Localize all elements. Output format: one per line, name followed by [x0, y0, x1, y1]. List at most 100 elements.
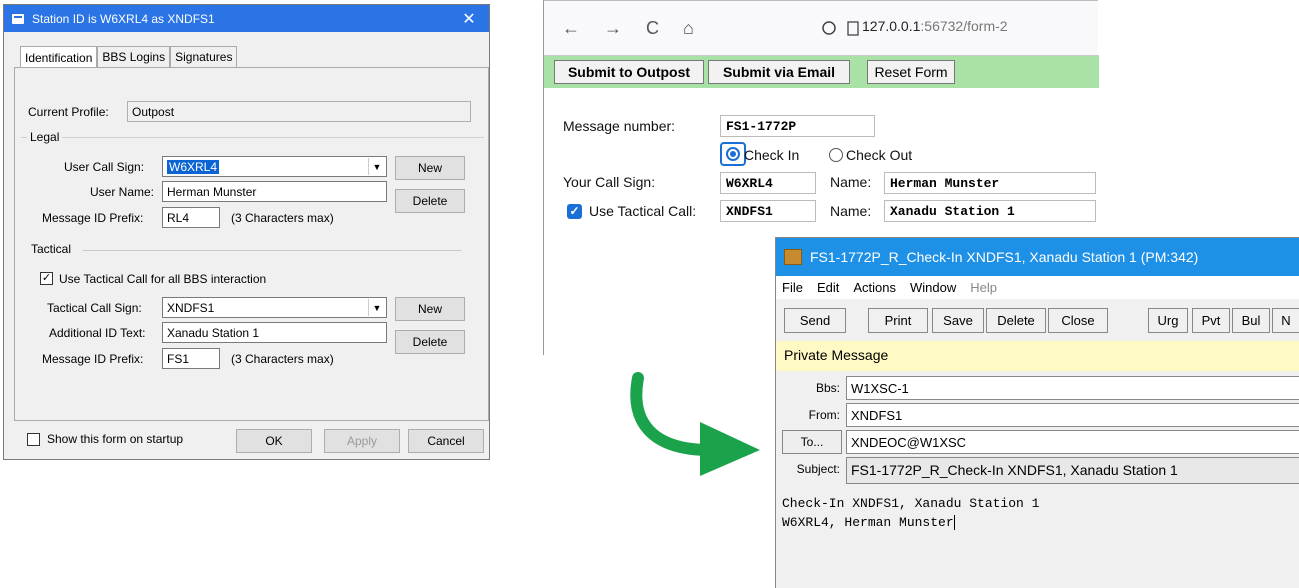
menu-actions[interactable]: Actions — [853, 280, 896, 295]
app-icon — [12, 13, 24, 24]
reset-form-button[interactable]: Reset Form — [867, 60, 955, 84]
user-call-sign-value: W6XRL4 — [167, 160, 220, 174]
tactical-name-label: Name: — [830, 203, 872, 219]
to-button[interactable]: To... — [782, 430, 842, 454]
save-button[interactable]: Save — [932, 308, 984, 333]
bbs-field[interactable]: W1XSC-1 — [846, 376, 1299, 400]
tactical-call-sign-label: Tactical Call Sign: — [47, 301, 142, 315]
additional-id-field[interactable]: Xanadu Station 1 — [162, 322, 387, 343]
use-tactical-call-label: Use Tactical Call: — [589, 203, 697, 219]
message-body[interactable]: Check-In XNDFS1, Xanadu Station 1 W6XRL4… — [782, 494, 1039, 532]
your-call-sign-label: Your Call Sign: — [563, 174, 656, 190]
bbs-label: Bbs: — [815, 381, 840, 395]
check-out-radio[interactable] — [829, 148, 843, 162]
use-tactical-call-checkbox[interactable]: ✓ — [567, 204, 582, 219]
legal-group-label: Legal — [27, 130, 63, 144]
menu-bar: File Edit Actions Window Help — [776, 276, 1299, 299]
message-window: FS1-1772P_R_Check-In XNDFS1, Xanadu Stat… — [775, 237, 1299, 588]
cancel-button[interactable]: Cancel — [408, 429, 484, 453]
message-titlebar: FS1-1772P_R_Check-In XNDFS1, Xanadu Stat… — [776, 238, 1299, 276]
check-in-radio[interactable] — [726, 147, 740, 161]
additional-id-label: Additional ID Text: — [49, 326, 146, 340]
reload-icon[interactable]: C — [646, 18, 659, 39]
url-host: 127.0.0.1 — [862, 18, 921, 34]
tactical-call-field[interactable]: XNDFS1 — [720, 200, 816, 222]
text-caret — [953, 515, 955, 531]
chars-max-note: (3 Characters max) — [231, 211, 334, 225]
check-in-label: Check In — [744, 147, 800, 163]
message-toolbar: Send Print Save Delete Close Urg Pvt Bul… — [776, 300, 1299, 340]
name-label: Name: — [830, 174, 872, 190]
url-bar[interactable]: 127.0.0.1:56732/form-2 — [862, 18, 1008, 34]
user-name-field[interactable]: Herman Munster — [162, 181, 387, 202]
menu-file[interactable]: File — [782, 280, 803, 295]
current-profile-label: Current Profile: — [28, 105, 109, 119]
station-id-dialog: Station ID is W6XRL4 as XNDFS1 ✕ Identif… — [3, 4, 490, 460]
tactical-chars-max-note: (3 Characters max) — [231, 352, 334, 366]
chevron-down-icon[interactable]: ▼ — [368, 299, 385, 316]
browser-navbar: ← → C ⌂ — [544, 1, 1098, 55]
n-button[interactable]: N — [1272, 308, 1299, 333]
dialog-title: Station ID is W6XRL4 as XNDFS1 — [32, 11, 215, 26]
tactical-prefix-label: Message ID Prefix: — [42, 352, 144, 366]
apply-button[interactable]: Apply — [324, 429, 400, 453]
page-icon — [822, 21, 859, 36]
message-title: FS1-1772P_R_Check-In XNDFS1, Xanadu Stat… — [810, 249, 1199, 265]
tactical-call-sign-value: XNDFS1 — [167, 301, 215, 315]
identification-panel: Current Profile: Outpost Legal User Call… — [14, 67, 489, 421]
send-button[interactable]: Send — [784, 308, 846, 333]
delete-button[interactable]: Delete — [986, 308, 1046, 333]
flow-arrow-icon — [630, 372, 760, 476]
dialog-titlebar: Station ID is W6XRL4 as XNDFS1 ✕ — [4, 5, 489, 32]
tab-strip: Identification BBS Logins Signatures — [20, 46, 238, 68]
submit-to-outpost-button[interactable]: Submit to Outpost — [554, 60, 704, 84]
ok-button[interactable]: OK — [236, 429, 312, 453]
tactical-call-sign-combo[interactable]: XNDFS1 ▼ — [162, 297, 387, 318]
user-call-sign-combo[interactable]: W6XRL4 ▼ — [162, 156, 387, 177]
menu-edit[interactable]: Edit — [817, 280, 839, 295]
use-tactical-checkbox[interactable]: ✓ — [40, 272, 53, 285]
message-number-label: Message number: — [563, 118, 676, 134]
new-button[interactable]: New — [395, 156, 465, 180]
private-button[interactable]: Pvt — [1192, 308, 1230, 333]
chevron-down-icon[interactable]: ▼ — [368, 158, 385, 175]
from-label: From: — [808, 408, 840, 422]
user-name-label: User Name: — [90, 185, 155, 199]
tactical-prefix-field[interactable]: FS1 — [162, 348, 220, 369]
urgent-button[interactable]: Urg — [1148, 308, 1188, 333]
tab-signatures[interactable]: Signatures — [170, 46, 238, 68]
tactical-group-label: Tactical — [31, 242, 72, 256]
show-on-startup-checkbox[interactable] — [27, 433, 40, 446]
tactical-delete-button[interactable]: Delete — [395, 330, 465, 354]
menu-window[interactable]: Window — [910, 280, 956, 295]
message-number-field[interactable]: FS1-1772P — [720, 115, 875, 137]
back-icon[interactable]: ← — [562, 18, 580, 39]
close-icon[interactable]: ✕ — [449, 9, 489, 29]
subject-field[interactable]: FS1-1772P_R_Check-In XNDFS1, Xanadu Stat… — [846, 457, 1299, 484]
from-field[interactable]: XNDFS1 — [846, 403, 1299, 427]
close-button[interactable]: Close — [1048, 308, 1108, 333]
body-line-1: Check-In XNDFS1, Xanadu Station 1 — [782, 496, 1040, 511]
menu-help[interactable]: Help — [970, 280, 997, 295]
tactical-name-field[interactable]: Xanadu Station 1 — [884, 200, 1096, 222]
print-button[interactable]: Print — [868, 308, 928, 333]
url-path: :56732/form-2 — [920, 18, 1008, 34]
tab-identification[interactable]: Identification — [20, 46, 98, 68]
legal-prefix-field[interactable]: RL4 — [162, 207, 220, 228]
your-call-sign-field[interactable]: W6XRL4 — [720, 172, 816, 194]
current-profile-field: Outpost — [127, 101, 471, 122]
name-field[interactable]: Herman Munster — [884, 172, 1096, 194]
to-field[interactable]: XNDEOC@W1XSC — [846, 430, 1299, 454]
home-icon[interactable]: ⌂ — [683, 18, 694, 39]
submit-via-email-button[interactable]: Submit via Email — [708, 60, 850, 84]
check-out-label: Check Out — [846, 147, 913, 163]
bulletin-button[interactable]: Bul — [1232, 308, 1270, 333]
delete-button[interactable]: Delete — [395, 189, 465, 213]
tab-bbs-logins[interactable]: BBS Logins — [97, 46, 171, 68]
message-app-icon — [784, 249, 802, 265]
form-action-bar: Submit to Outpost Submit via Email Reset… — [544, 55, 1099, 88]
forward-icon[interactable]: → — [604, 18, 622, 39]
body-line-2: W6XRL4, Herman Munster — [782, 515, 954, 530]
tactical-divider — [83, 250, 461, 251]
tactical-new-button[interactable]: New — [395, 297, 465, 321]
